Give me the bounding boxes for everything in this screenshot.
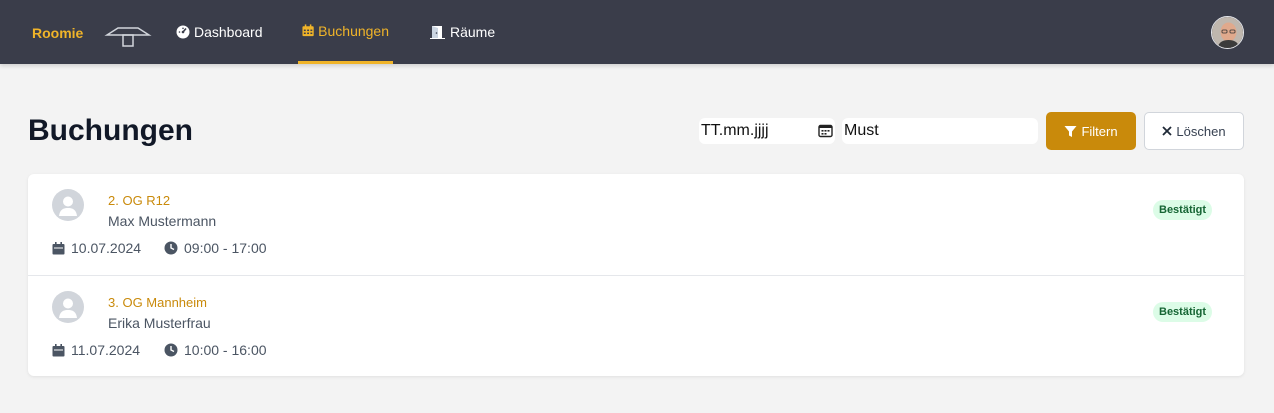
booking-time-text: 09:00 - 17:00 [184, 240, 267, 256]
clock-icon [164, 241, 178, 255]
booking-time-text: 10:00 - 16:00 [184, 342, 267, 358]
room-name[interactable]: 2. OG R12 [108, 193, 170, 209]
booking-time: 09:00 - 17:00 [164, 240, 267, 256]
room-name[interactable]: 3. OG Mannheim [108, 295, 207, 311]
close-icon [1162, 126, 1173, 136]
booking-date: 10.07.2024 [52, 240, 141, 256]
page-title: Buchungen [28, 114, 193, 147]
search-input[interactable] [842, 118, 1038, 144]
booking-time: 10:00 - 16:00 [164, 342, 267, 358]
person-name: Max Mustermann [108, 213, 217, 229]
clock-icon [164, 343, 178, 357]
avatar [52, 189, 84, 221]
clear-button[interactable]: Löschen [1144, 112, 1244, 150]
calendar-icon [52, 241, 65, 254]
date-placeholder: TT.mm.jjjj [701, 122, 769, 139]
desk-logo-icon [104, 27, 152, 47]
booking-date-text: 11.07.2024 [71, 342, 141, 358]
list-item[interactable]: 3. OG Mannheim Erika Musterfrau 11.07.20… [28, 275, 1244, 376]
nav-item-label: Räume [450, 24, 496, 40]
filter-button-label: Filtern [1081, 123, 1118, 139]
nav-item-raeume[interactable]: Räume [426, 0, 499, 64]
booking-list: 2. OG R12 Max Mustermann 10.07.2024 09:0… [28, 174, 1244, 376]
tachometer-icon [176, 25, 190, 39]
booking-date-text: 10.07.2024 [71, 240, 142, 256]
nav-item-buchungen[interactable]: Buchungen [298, 0, 393, 64]
user-photo-icon [1212, 17, 1243, 48]
nav-item-label: Buchungen [318, 22, 389, 39]
calendar-picker-icon[interactable] [818, 123, 833, 138]
status-badge: Bestätigt [1153, 200, 1213, 220]
filter-button[interactable]: Filtern [1046, 112, 1136, 150]
top-navbar: Roomie Dashboard Buchungen Räume [0, 0, 1274, 64]
nav-item-label: Dashboard [194, 24, 263, 40]
nav-item-dashboard[interactable]: Dashboard [172, 0, 267, 64]
door-icon [430, 26, 445, 39]
user-placeholder-icon [59, 298, 77, 318]
person-name: Erika Musterfrau [108, 315, 211, 331]
calendar-icon [52, 343, 65, 356]
booking-date: 11.07.2024 [52, 342, 140, 358]
avatar [52, 291, 84, 323]
status-badge: Bestätigt [1153, 302, 1213, 322]
filter-icon [1064, 125, 1077, 137]
clear-button-label: Löschen [1176, 123, 1226, 139]
calendar-icon [302, 24, 314, 37]
date-filter-input[interactable]: TT.mm.jjjj [699, 118, 835, 144]
user-placeholder-icon [59, 196, 77, 216]
list-item[interactable]: 2. OG R12 Max Mustermann 10.07.2024 09:0… [28, 174, 1244, 275]
brand-name[interactable]: Roomie [32, 24, 83, 42]
user-avatar[interactable] [1211, 16, 1244, 49]
